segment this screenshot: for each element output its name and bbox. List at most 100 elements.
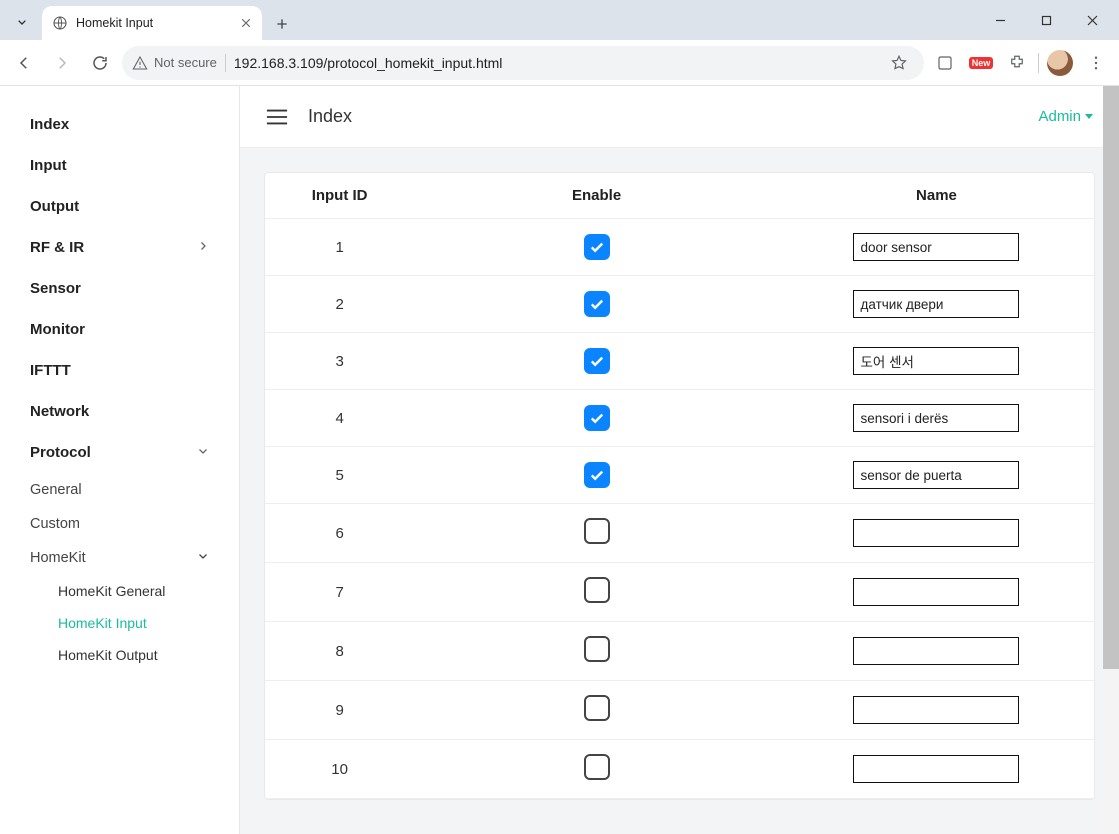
window-controls	[977, 0, 1119, 40]
sidebar-sub-homekit[interactable]: HomeKit	[0, 541, 239, 575]
cell-name	[779, 219, 1094, 276]
user-label: Admin	[1038, 108, 1081, 125]
maximize-button[interactable]	[1023, 3, 1069, 37]
cell-name	[779, 276, 1094, 333]
address-bar: Not secure 192.168.3.109/protocol_homeki…	[0, 40, 1119, 86]
chevron-right-icon	[197, 239, 209, 256]
tab-search-dropdown[interactable]	[8, 8, 36, 36]
breadcrumb[interactable]: Index	[308, 106, 352, 127]
hamburger-icon[interactable]	[266, 108, 288, 126]
minimize-button[interactable]	[977, 3, 1023, 37]
name-input[interactable]	[853, 347, 1019, 375]
sidebar-item-label: Protocol	[30, 444, 91, 461]
caret-down-icon	[1085, 114, 1093, 119]
sidebar: Index InputOutput RF & IR Sensor Monitor IFTT…	[0, 86, 240, 834]
close-icon[interactable]	[240, 17, 252, 29]
sidebar-deep-homekit-input[interactable]: HomeKit Input	[0, 607, 239, 639]
sidebar-item-monitor[interactable]: Monitor	[0, 309, 239, 350]
close-window-button[interactable]	[1069, 3, 1115, 37]
table-row: 5	[265, 447, 1094, 504]
enable-checkbox[interactable]	[584, 577, 610, 603]
kebab-menu-icon[interactable]	[1081, 48, 1111, 78]
profile-avatar[interactable]	[1045, 48, 1075, 78]
name-input[interactable]	[853, 404, 1019, 432]
separator	[1038, 53, 1039, 73]
table-row: 1	[265, 219, 1094, 276]
sidebar-deep-homekit-general[interactable]: HomeKit General	[0, 575, 239, 607]
sidebar-sub-custom[interactable]: Custom	[0, 507, 239, 541]
cell-enable	[414, 563, 779, 622]
bookmark-star-icon[interactable]	[884, 48, 914, 78]
name-input[interactable]	[853, 578, 1019, 606]
sidebar-item-sensor[interactable]: Sensor	[0, 268, 239, 309]
cell-enable	[414, 447, 779, 504]
sidebar-item-network[interactable]: Network	[0, 391, 239, 432]
sidebar-deep-homekit-output[interactable]: HomeKit Output	[0, 639, 239, 671]
extensions-puzzle-icon[interactable]	[1002, 48, 1032, 78]
scrollbar-thumb[interactable]	[1103, 86, 1119, 669]
sidebar-item-input[interactable]: Input	[0, 145, 239, 186]
extension-icon-1[interactable]	[930, 48, 960, 78]
sidebar-sub-general[interactable]: General	[0, 473, 239, 507]
sidebar-item-label: RF & IR	[30, 239, 84, 256]
sidebar-item-index[interactable]: Index	[0, 104, 239, 145]
sidebar-item-rf-ir[interactable]: RF & IR	[0, 227, 239, 268]
main-scroll[interactable]: Input ID Enable Name 12345678910	[240, 148, 1119, 834]
enable-checkbox[interactable]	[584, 405, 610, 431]
browser-tab-active[interactable]: Homekit Input	[42, 6, 262, 40]
cell-name	[779, 740, 1094, 799]
name-input[interactable]	[853, 637, 1019, 665]
name-input[interactable]	[853, 461, 1019, 489]
chevron-down-icon	[197, 550, 209, 566]
cell-name	[779, 622, 1094, 681]
sidebar-sub-label: Custom	[30, 516, 80, 532]
cell-input-id: 8	[265, 622, 414, 681]
security-indicator[interactable]: Not secure	[132, 55, 217, 71]
sidebar-item-label: Monitor	[30, 321, 85, 338]
cell-input-id: 2	[265, 276, 414, 333]
sidebar-item-label: Network	[30, 403, 89, 420]
cell-input-id: 4	[265, 390, 414, 447]
chevron-down-icon	[197, 444, 209, 461]
table-row: 8	[265, 622, 1094, 681]
enable-checkbox[interactable]	[584, 754, 610, 780]
enable-checkbox[interactable]	[584, 462, 610, 488]
cell-name	[779, 681, 1094, 740]
enable-checkbox[interactable]	[584, 695, 610, 721]
cell-name	[779, 504, 1094, 563]
enable-checkbox[interactable]	[584, 291, 610, 317]
sidebar-item-label: Index	[30, 116, 69, 133]
name-input[interactable]	[853, 233, 1019, 261]
name-input[interactable]	[853, 290, 1019, 318]
app-page: Index InputOutput RF & IR Sensor Monitor IFTT…	[0, 86, 1119, 834]
omnibox[interactable]: Not secure 192.168.3.109/protocol_homeki…	[122, 46, 924, 80]
enable-checkbox[interactable]	[584, 234, 610, 260]
cell-enable	[414, 681, 779, 740]
cell-input-id: 10	[265, 740, 414, 799]
enable-checkbox[interactable]	[584, 518, 610, 544]
name-input[interactable]	[853, 755, 1019, 783]
new-tab-button[interactable]	[268, 10, 296, 38]
table-row: 6	[265, 504, 1094, 563]
sidebar-item-output[interactable]: Output	[0, 186, 239, 227]
cell-name	[779, 563, 1094, 622]
sidebar-item-protocol[interactable]: Protocol	[0, 432, 239, 473]
reload-button[interactable]	[84, 47, 116, 79]
sidebar-item-ifttt[interactable]: IFTTT	[0, 350, 239, 391]
back-button[interactable]	[8, 47, 40, 79]
extension-icon-2[interactable]: New	[966, 48, 996, 78]
warning-icon	[132, 55, 148, 71]
scrollbar[interactable]	[1103, 86, 1119, 834]
forward-button[interactable]	[46, 47, 78, 79]
cell-name	[779, 390, 1094, 447]
enable-checkbox[interactable]	[584, 636, 610, 662]
name-input[interactable]	[853, 696, 1019, 724]
enable-checkbox[interactable]	[584, 348, 610, 374]
user-menu[interactable]: Admin	[1038, 108, 1093, 125]
browser-chrome: Homekit Input Not secure	[0, 0, 1119, 86]
cell-enable	[414, 276, 779, 333]
name-input[interactable]	[853, 519, 1019, 547]
cell-input-id: 5	[265, 447, 414, 504]
inputs-table: Input ID Enable Name 12345678910	[265, 173, 1094, 799]
url-text: 192.168.3.109/protocol_homekit_input.htm…	[234, 55, 876, 71]
